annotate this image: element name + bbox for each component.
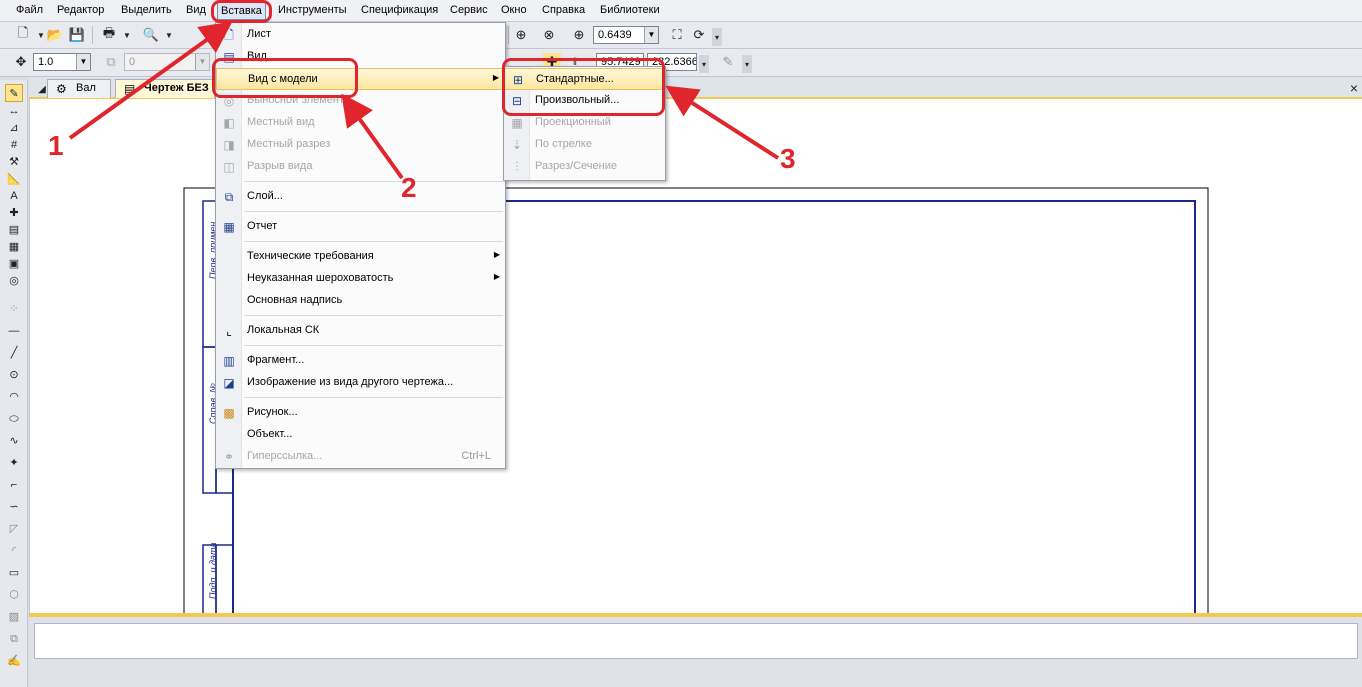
arrow-3: [665, 85, 780, 160]
annotation-step-3: 3: [780, 143, 796, 174]
annotation-arrows: [68, 21, 780, 180]
annotation-step-2: 2: [401, 172, 417, 203]
annotation-step-1: 1: [48, 130, 64, 161]
arrow-1: [68, 21, 233, 140]
arrow-2: [341, 93, 404, 180]
